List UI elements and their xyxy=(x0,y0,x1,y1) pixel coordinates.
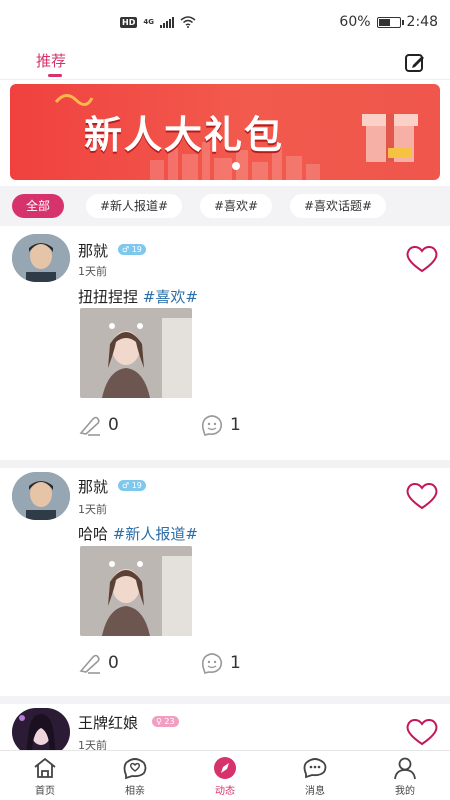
promo-banner[interactable]: 新人大礼包 xyxy=(10,84,440,180)
username[interactable]: 那就 xyxy=(78,476,108,497)
compass-icon xyxy=(214,757,236,779)
status-bar: HD 4G 60% 2:48 xyxy=(0,0,450,44)
tab-recommend[interactable]: 推荐 xyxy=(36,50,66,71)
like-stat[interactable]: 1 xyxy=(200,652,241,674)
nav-dating-label: 相亲 xyxy=(125,786,145,797)
nav-profile[interactable]: 我的 xyxy=(360,751,450,800)
nav-home-label: 首页 xyxy=(35,786,55,797)
like-count: 1 xyxy=(230,653,241,673)
tag-all[interactable]: 全部 xyxy=(12,194,65,218)
top-nav: 推荐 xyxy=(0,44,450,80)
username[interactable]: 那就 xyxy=(78,240,108,261)
wifi-icon xyxy=(180,16,196,28)
post-text: 扭扭捏捏 #喜欢# xyxy=(78,288,198,306)
nav-messages-label: 消息 xyxy=(305,786,325,797)
male-avatar-image xyxy=(12,234,70,282)
post-divider xyxy=(0,460,450,468)
tab-indicator xyxy=(48,74,62,77)
smile-icon xyxy=(201,653,223,674)
post-time: 1天前 xyxy=(78,503,107,516)
user-icon xyxy=(394,757,416,780)
nav-messages[interactable]: 消息 xyxy=(270,751,360,800)
heart-icon[interactable] xyxy=(404,243,440,275)
post-card[interactable]: 王牌红娘 ♀ 23 1天前 xyxy=(0,704,450,750)
post-photo[interactable] xyxy=(80,308,192,398)
like-stat[interactable]: 1 xyxy=(200,414,241,436)
nav-profile-label: 我的 xyxy=(395,786,415,797)
post-time: 1天前 xyxy=(78,265,107,278)
post-photo[interactable] xyxy=(80,546,192,636)
banner-title: 新人大礼包 xyxy=(84,113,285,157)
gender-age-badge: ♂ 19 xyxy=(118,480,146,491)
girl-photo-image xyxy=(80,546,192,636)
signal-icon xyxy=(159,16,174,28)
post-hashtag[interactable]: #新人报道# xyxy=(113,525,198,543)
post-time: 1天前 xyxy=(78,739,107,750)
topic-filter-bar: 全部 #新人报道# #喜欢# #喜欢话题# xyxy=(0,186,450,226)
avatar[interactable] xyxy=(12,708,70,750)
male-avatar-image xyxy=(12,472,70,520)
compose-icon[interactable] xyxy=(404,52,426,74)
female-avatar-image xyxy=(12,708,70,750)
post-divider xyxy=(0,696,450,704)
tag-like-topic[interactable]: #喜欢话题# xyxy=(290,194,387,218)
tag-like[interactable]: #喜欢# xyxy=(200,194,273,218)
clock: 2:48 xyxy=(406,14,438,30)
nav-feed[interactable]: 动态 xyxy=(180,751,270,800)
gender-age-badge: ♀ 23 xyxy=(152,716,179,727)
like-count: 1 xyxy=(230,415,241,435)
comment-pencil-icon xyxy=(79,416,100,436)
post-text: 哈哈 #新人报道# xyxy=(78,525,198,543)
smile-icon xyxy=(201,415,223,436)
heart-icon[interactable] xyxy=(404,716,440,748)
comment-stat[interactable]: 0 xyxy=(78,414,119,436)
nav-dating[interactable]: 相亲 xyxy=(90,751,180,800)
comment-pencil-icon xyxy=(79,654,100,674)
battery-percent: 60% xyxy=(339,14,371,30)
carousel-dot[interactable] xyxy=(232,162,240,170)
gender-age-badge: ♂ 19 xyxy=(118,244,146,255)
nav-home[interactable]: 首页 xyxy=(0,751,90,800)
comment-count: 0 xyxy=(108,415,119,435)
battery-icon xyxy=(376,16,404,28)
message-icon xyxy=(303,758,327,779)
bottom-nav: 首页 相亲 动态 消息 我的 xyxy=(0,750,450,800)
girl-photo-image xyxy=(80,308,192,398)
heart-icon[interactable] xyxy=(404,480,440,512)
status-right: 60% 2:48 xyxy=(339,14,438,30)
post-card[interactable]: 那就 ♂ 19 1天前 扭扭捏捏 #喜欢# 0 1 xyxy=(0,226,450,460)
post-hashtag[interactable]: #喜欢# xyxy=(143,288,198,306)
avatar[interactable] xyxy=(12,234,70,282)
gift-box-icon xyxy=(362,114,418,162)
tag-new-arrival[interactable]: #新人报道# xyxy=(86,194,183,218)
username[interactable]: 王牌红娘 xyxy=(78,712,138,733)
heart-chat-icon xyxy=(123,758,147,780)
nav-feed-label: 动态 xyxy=(215,786,235,797)
comment-stat[interactable]: 0 xyxy=(78,652,119,674)
network-label: 4G xyxy=(143,18,154,26)
status-icons: HD 4G xyxy=(120,16,196,28)
comment-count: 0 xyxy=(108,653,119,673)
hd-badge: HD xyxy=(120,16,138,28)
avatar[interactable] xyxy=(12,472,70,520)
post-card[interactable]: 那就 ♂ 19 1天前 哈哈 #新人报道# 0 1 xyxy=(0,468,450,696)
home-icon xyxy=(34,757,56,778)
